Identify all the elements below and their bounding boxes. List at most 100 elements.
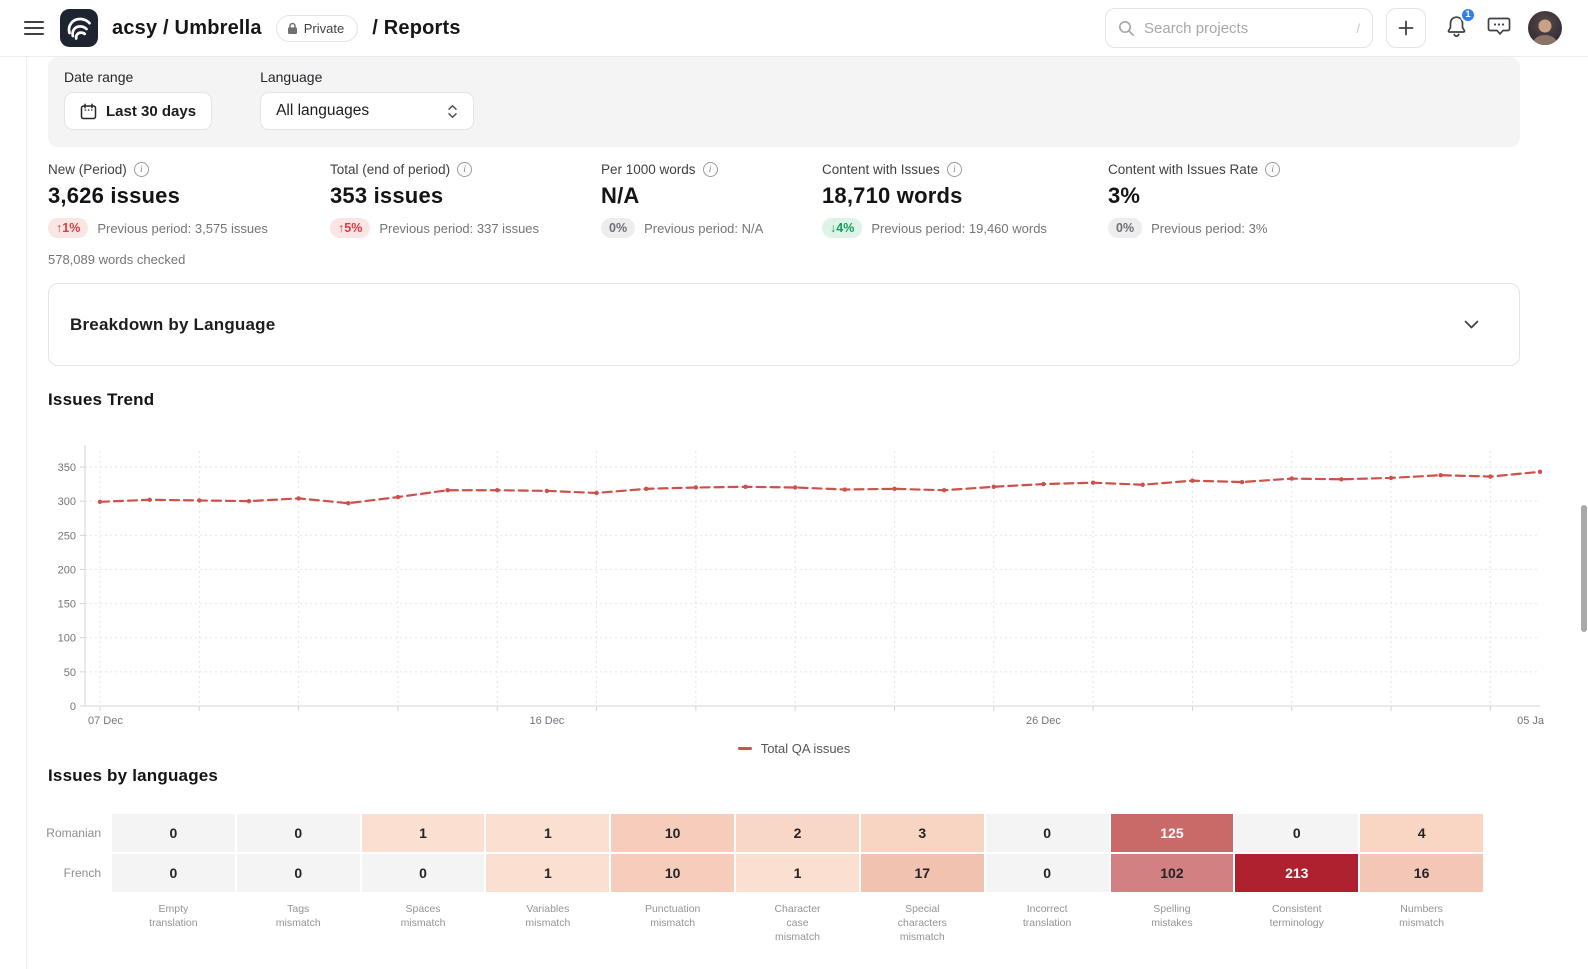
vertical-scrollbar[interactable] bbox=[1581, 505, 1587, 632]
kpi-value: 3,626 issues bbox=[48, 183, 330, 209]
app-logo-icon[interactable] bbox=[60, 9, 98, 47]
trend-point bbox=[942, 488, 946, 492]
svg-text:150: 150 bbox=[58, 599, 76, 611]
heatmap-cell[interactable]: 0 bbox=[112, 814, 235, 852]
trend-point bbox=[1488, 474, 1492, 478]
trend-point bbox=[346, 501, 350, 505]
heatmap-cell[interactable]: 16 bbox=[1360, 854, 1483, 892]
svg-text:16 Dec: 16 Dec bbox=[529, 715, 564, 727]
kpi-value: 3% bbox=[1108, 183, 1520, 209]
info-icon[interactable]: i bbox=[947, 162, 962, 177]
svg-text:300: 300 bbox=[58, 496, 76, 508]
heatmap-cell[interactable]: 1 bbox=[486, 854, 609, 892]
delta-badge: ↑5% bbox=[330, 218, 370, 238]
breakdown-by-language-panel[interactable]: Breakdown by Language bbox=[48, 283, 1520, 366]
info-icon[interactable]: i bbox=[457, 162, 472, 177]
heatmap-cell[interactable]: 4 bbox=[1360, 814, 1483, 852]
heatmap-cell[interactable]: 0 bbox=[112, 854, 235, 892]
trend-point bbox=[793, 485, 797, 489]
language-value: All languages bbox=[276, 102, 369, 120]
trend-point bbox=[197, 498, 201, 502]
trend-point bbox=[1240, 480, 1244, 484]
heatmap-cell[interactable]: 1 bbox=[736, 854, 859, 892]
heatmap-cell[interactable]: 0 bbox=[986, 814, 1109, 852]
trend-point bbox=[743, 485, 747, 489]
breakdown-title: Breakdown by Language bbox=[70, 315, 275, 335]
heatmap-column-label: Character case mismatch bbox=[736, 894, 859, 945]
heatmap-cell[interactable]: 2 bbox=[736, 814, 859, 852]
trend-point bbox=[1389, 476, 1393, 480]
trend-point bbox=[694, 485, 698, 489]
kpi-content-with-issues: Content with Issuesi 18,710 words ↓4%Pre… bbox=[822, 162, 1108, 267]
trend-point bbox=[1041, 482, 1045, 486]
lock-icon bbox=[287, 22, 298, 35]
svg-text:250: 250 bbox=[58, 530, 76, 542]
kpi-value: N/A bbox=[601, 183, 822, 209]
heatmap-cell[interactable]: 0 bbox=[986, 854, 1109, 892]
messages-button[interactable] bbox=[1487, 14, 1511, 42]
language-select[interactable]: All languages bbox=[260, 92, 474, 130]
heatmap-cell[interactable]: 213 bbox=[1235, 854, 1358, 892]
info-icon[interactable]: i bbox=[703, 162, 718, 177]
kpi-total-end-of-period: Total (end of period) i 353 issues ↑5% Pre… bbox=[330, 162, 601, 267]
breadcrumb[interactable]: acsy / Umbrella bbox=[112, 17, 262, 40]
previous-period-text: Previous period: 337 issues bbox=[379, 221, 539, 236]
trend-point bbox=[1438, 473, 1442, 477]
heatmap-cell[interactable]: 0 bbox=[237, 854, 360, 892]
svg-text:26 Dec: 26 Dec bbox=[1026, 715, 1061, 727]
heatmap-cell[interactable]: 125 bbox=[1111, 814, 1234, 852]
svg-text:0: 0 bbox=[70, 701, 76, 713]
privacy-badge-label: Private bbox=[304, 21, 344, 36]
page-title: / Reports bbox=[372, 17, 460, 40]
search-input[interactable] bbox=[1144, 20, 1347, 37]
chevron-down-icon[interactable] bbox=[1464, 320, 1479, 329]
svg-text:350: 350 bbox=[58, 462, 76, 474]
trend-point bbox=[545, 489, 549, 493]
chart-legend: Total QA issues bbox=[0, 741, 1588, 756]
heatmap-cell[interactable]: 0 bbox=[362, 854, 485, 892]
svg-text:50: 50 bbox=[64, 667, 76, 679]
previous-period-text: Previous period: 3% bbox=[1151, 221, 1267, 236]
issues-trend-title: Issues Trend bbox=[48, 390, 154, 410]
trend-point bbox=[445, 488, 449, 492]
kpi-value: 353 issues bbox=[330, 183, 601, 209]
kpi-label: Total (end of period) bbox=[330, 162, 450, 177]
up-down-chevrons-icon bbox=[447, 104, 458, 119]
info-icon[interactable]: i bbox=[134, 162, 149, 177]
heatmap-cell[interactable]: 0 bbox=[1235, 814, 1358, 852]
date-range-button[interactable]: Last 30 days bbox=[64, 92, 212, 130]
heatmap-cell[interactable]: 10 bbox=[611, 814, 734, 852]
reports-page: acsy / Umbrella Private / Reports / bbox=[0, 0, 1588, 969]
svg-text:200: 200 bbox=[58, 564, 76, 576]
trend-point bbox=[1538, 470, 1542, 474]
svg-text:100: 100 bbox=[58, 633, 76, 645]
search-box[interactable]: / bbox=[1105, 8, 1373, 48]
heatmap-column-label: Variables mismatch bbox=[486, 894, 609, 945]
search-icon bbox=[1118, 20, 1135, 37]
trend-point bbox=[396, 495, 400, 499]
heatmap-cell[interactable]: 102 bbox=[1111, 854, 1234, 892]
notifications-button[interactable]: 1 bbox=[1445, 14, 1468, 43]
hamburger-menu-icon[interactable] bbox=[24, 21, 44, 35]
calendar-icon bbox=[80, 103, 97, 120]
trend-point bbox=[296, 496, 300, 500]
trend-point bbox=[247, 499, 251, 503]
kpi-new-period: New (Period)i 3,626 issues ↑1%Previous p… bbox=[48, 162, 330, 267]
create-new-button[interactable] bbox=[1386, 8, 1426, 48]
user-avatar[interactable] bbox=[1528, 11, 1562, 45]
info-icon[interactable]: i bbox=[1265, 162, 1280, 177]
privacy-badge: Private bbox=[276, 15, 358, 42]
heatmap-cell[interactable]: 1 bbox=[362, 814, 485, 852]
date-range-value: Last 30 days bbox=[106, 103, 196, 120]
notification-count-badge: 1 bbox=[1460, 7, 1476, 23]
heatmap-cell[interactable]: 17 bbox=[861, 854, 984, 892]
heatmap-cell[interactable]: 3 bbox=[861, 814, 984, 852]
legend-swatch bbox=[738, 747, 752, 750]
heatmap-row-label: Romanian bbox=[48, 814, 110, 852]
heatmap-cell[interactable]: 1 bbox=[486, 814, 609, 852]
heatmap-column-label: Tags mismatch bbox=[237, 894, 360, 945]
heatmap-cell[interactable]: 0 bbox=[237, 814, 360, 852]
kpi-label: New (Period) bbox=[48, 162, 127, 177]
trend-point bbox=[1339, 477, 1343, 481]
heatmap-cell[interactable]: 10 bbox=[611, 854, 734, 892]
